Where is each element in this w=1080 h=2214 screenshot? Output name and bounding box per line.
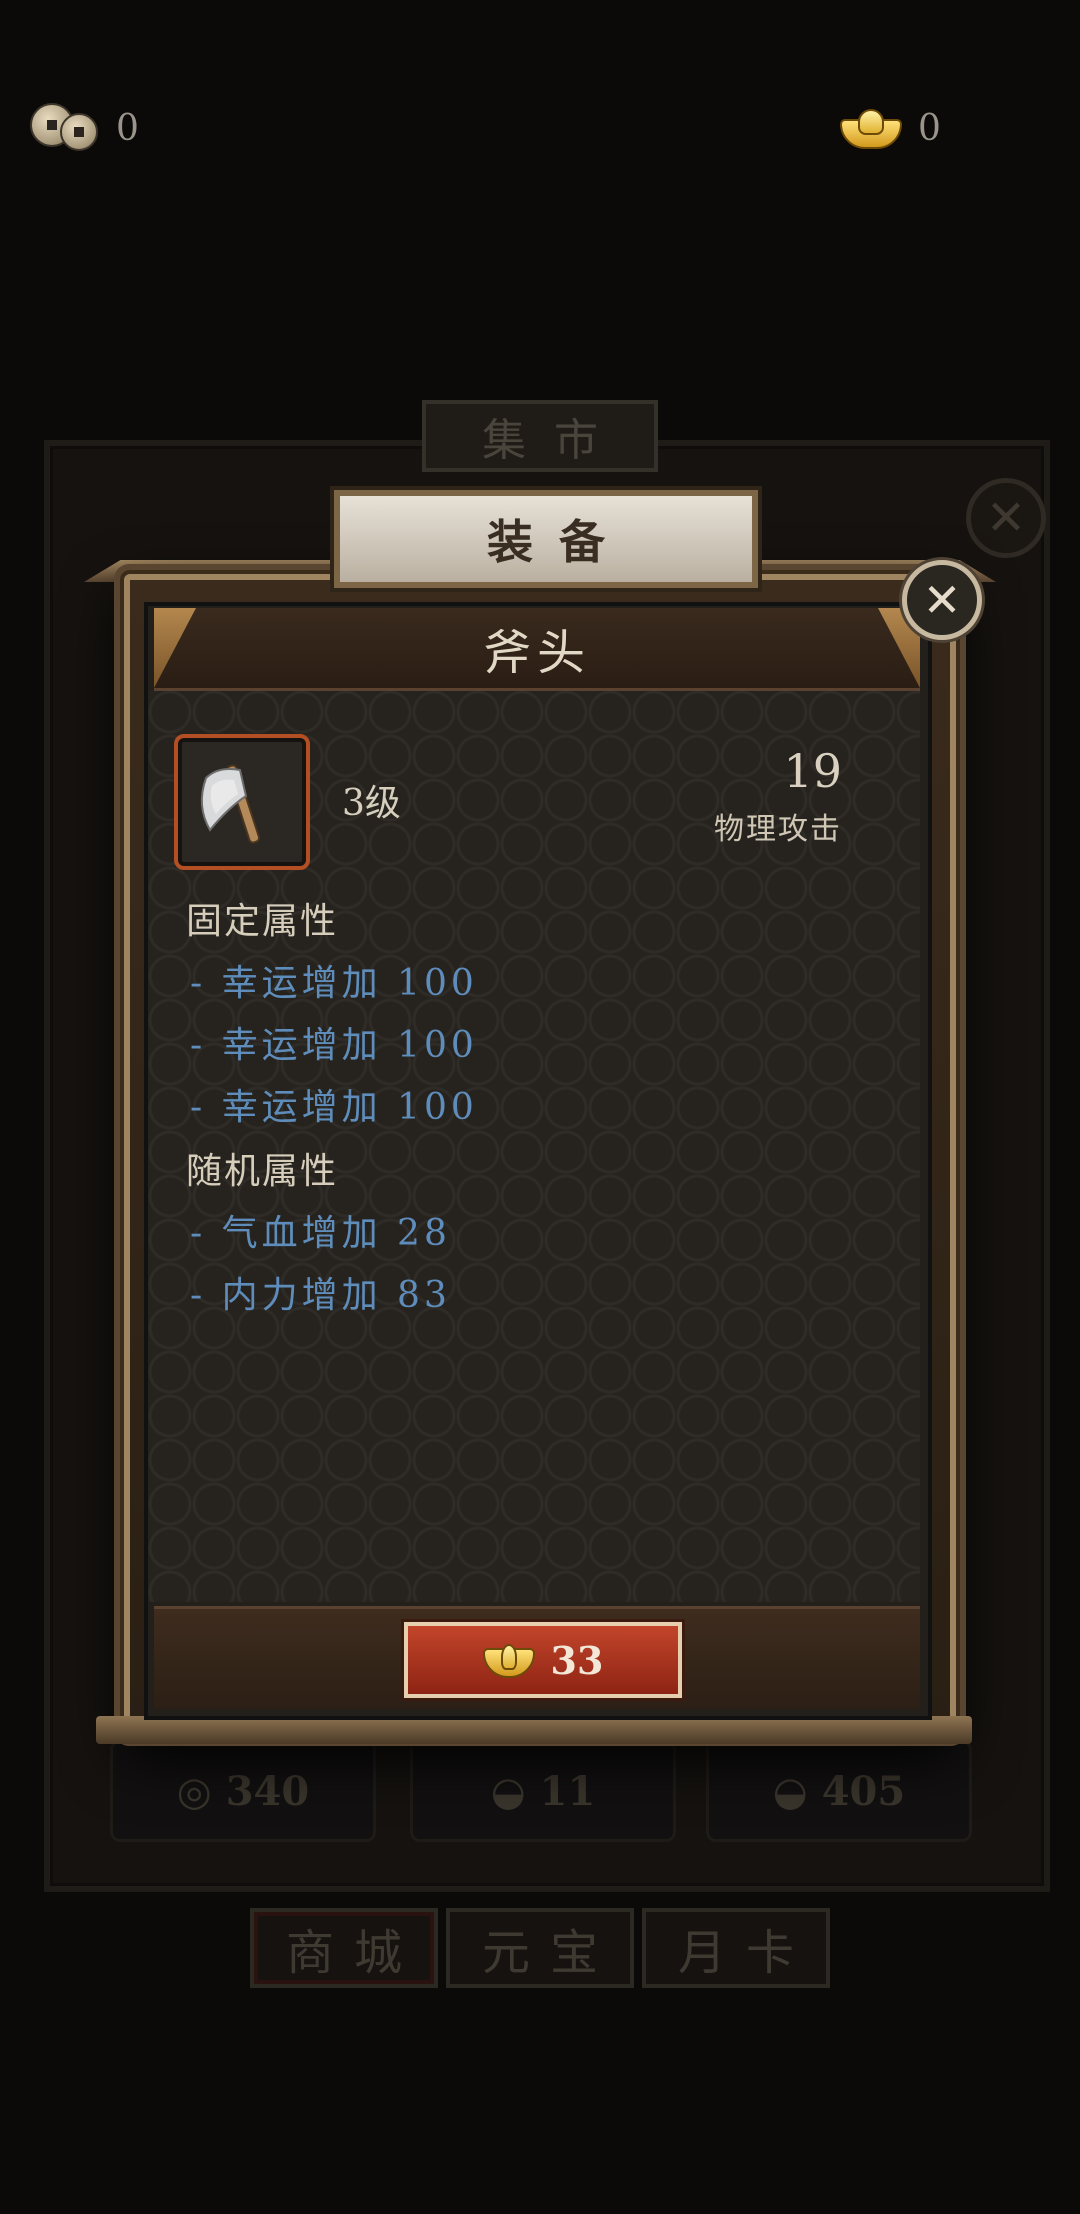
random-attribute: - 气血增加 28 [190,1213,451,1254]
ingot-icon: ◒ [772,1767,808,1815]
fixed-attribute: - 幸运增加 100 [190,963,478,1004]
random-attribute: - 内力增加 83 [190,1275,451,1316]
coin-icon: ◎ [176,1767,212,1815]
fixed-attribute: - 幸运增加 100 [190,1087,478,1128]
background-tabs: 商城 元宝 月卡 [250,1908,830,1992]
item-icon [174,734,310,870]
buy-price: 33 [550,1637,604,1683]
item-name-banner: 斧头 [154,608,920,691]
modal-base [96,1716,972,1744]
background-close-icon: ✕ [966,478,1046,558]
modal-title-plate: 装备 [334,490,758,588]
item-level: 3级 [342,783,401,824]
tab-monthly-card: 月卡 [642,1908,830,1988]
market-tab: 集市 [422,400,658,472]
stat-value: 19 [783,744,842,798]
tab-ingot: 元宝 [446,1908,634,1988]
axe-icon [200,764,261,844]
background-price-coins: ◎ 340 [110,1740,376,1842]
random-attributes-header: 随机属性 [186,1151,339,1192]
fixed-attributes-header: 固定属性 [186,901,339,942]
ingot-icon: ◒ [490,1767,526,1815]
coin-counter: 0 [30,98,139,158]
coin-count: 0 [116,107,139,149]
ingot-icon [482,1642,535,1678]
background-price-ingot: ◒ 11 [410,1740,676,1842]
ingot-icon [840,107,902,149]
coin-icon [30,103,100,153]
stat-label: 物理攻击 [714,812,842,847]
modal-title: 装备 [487,515,631,569]
ingot-count: 0 [918,107,941,149]
tab-shop: 商城 [250,1908,438,1988]
item-name: 斧头 [482,625,591,681]
close-button[interactable]: ✕ [902,560,982,640]
buy-button[interactable]: 33 [404,1622,682,1698]
ingot-counter: 0 [840,98,941,158]
fixed-attribute: - 幸运增加 100 [190,1025,478,1066]
background-price-ingot-2: ◒ 405 [706,1740,972,1842]
close-icon: ✕ [922,573,962,627]
